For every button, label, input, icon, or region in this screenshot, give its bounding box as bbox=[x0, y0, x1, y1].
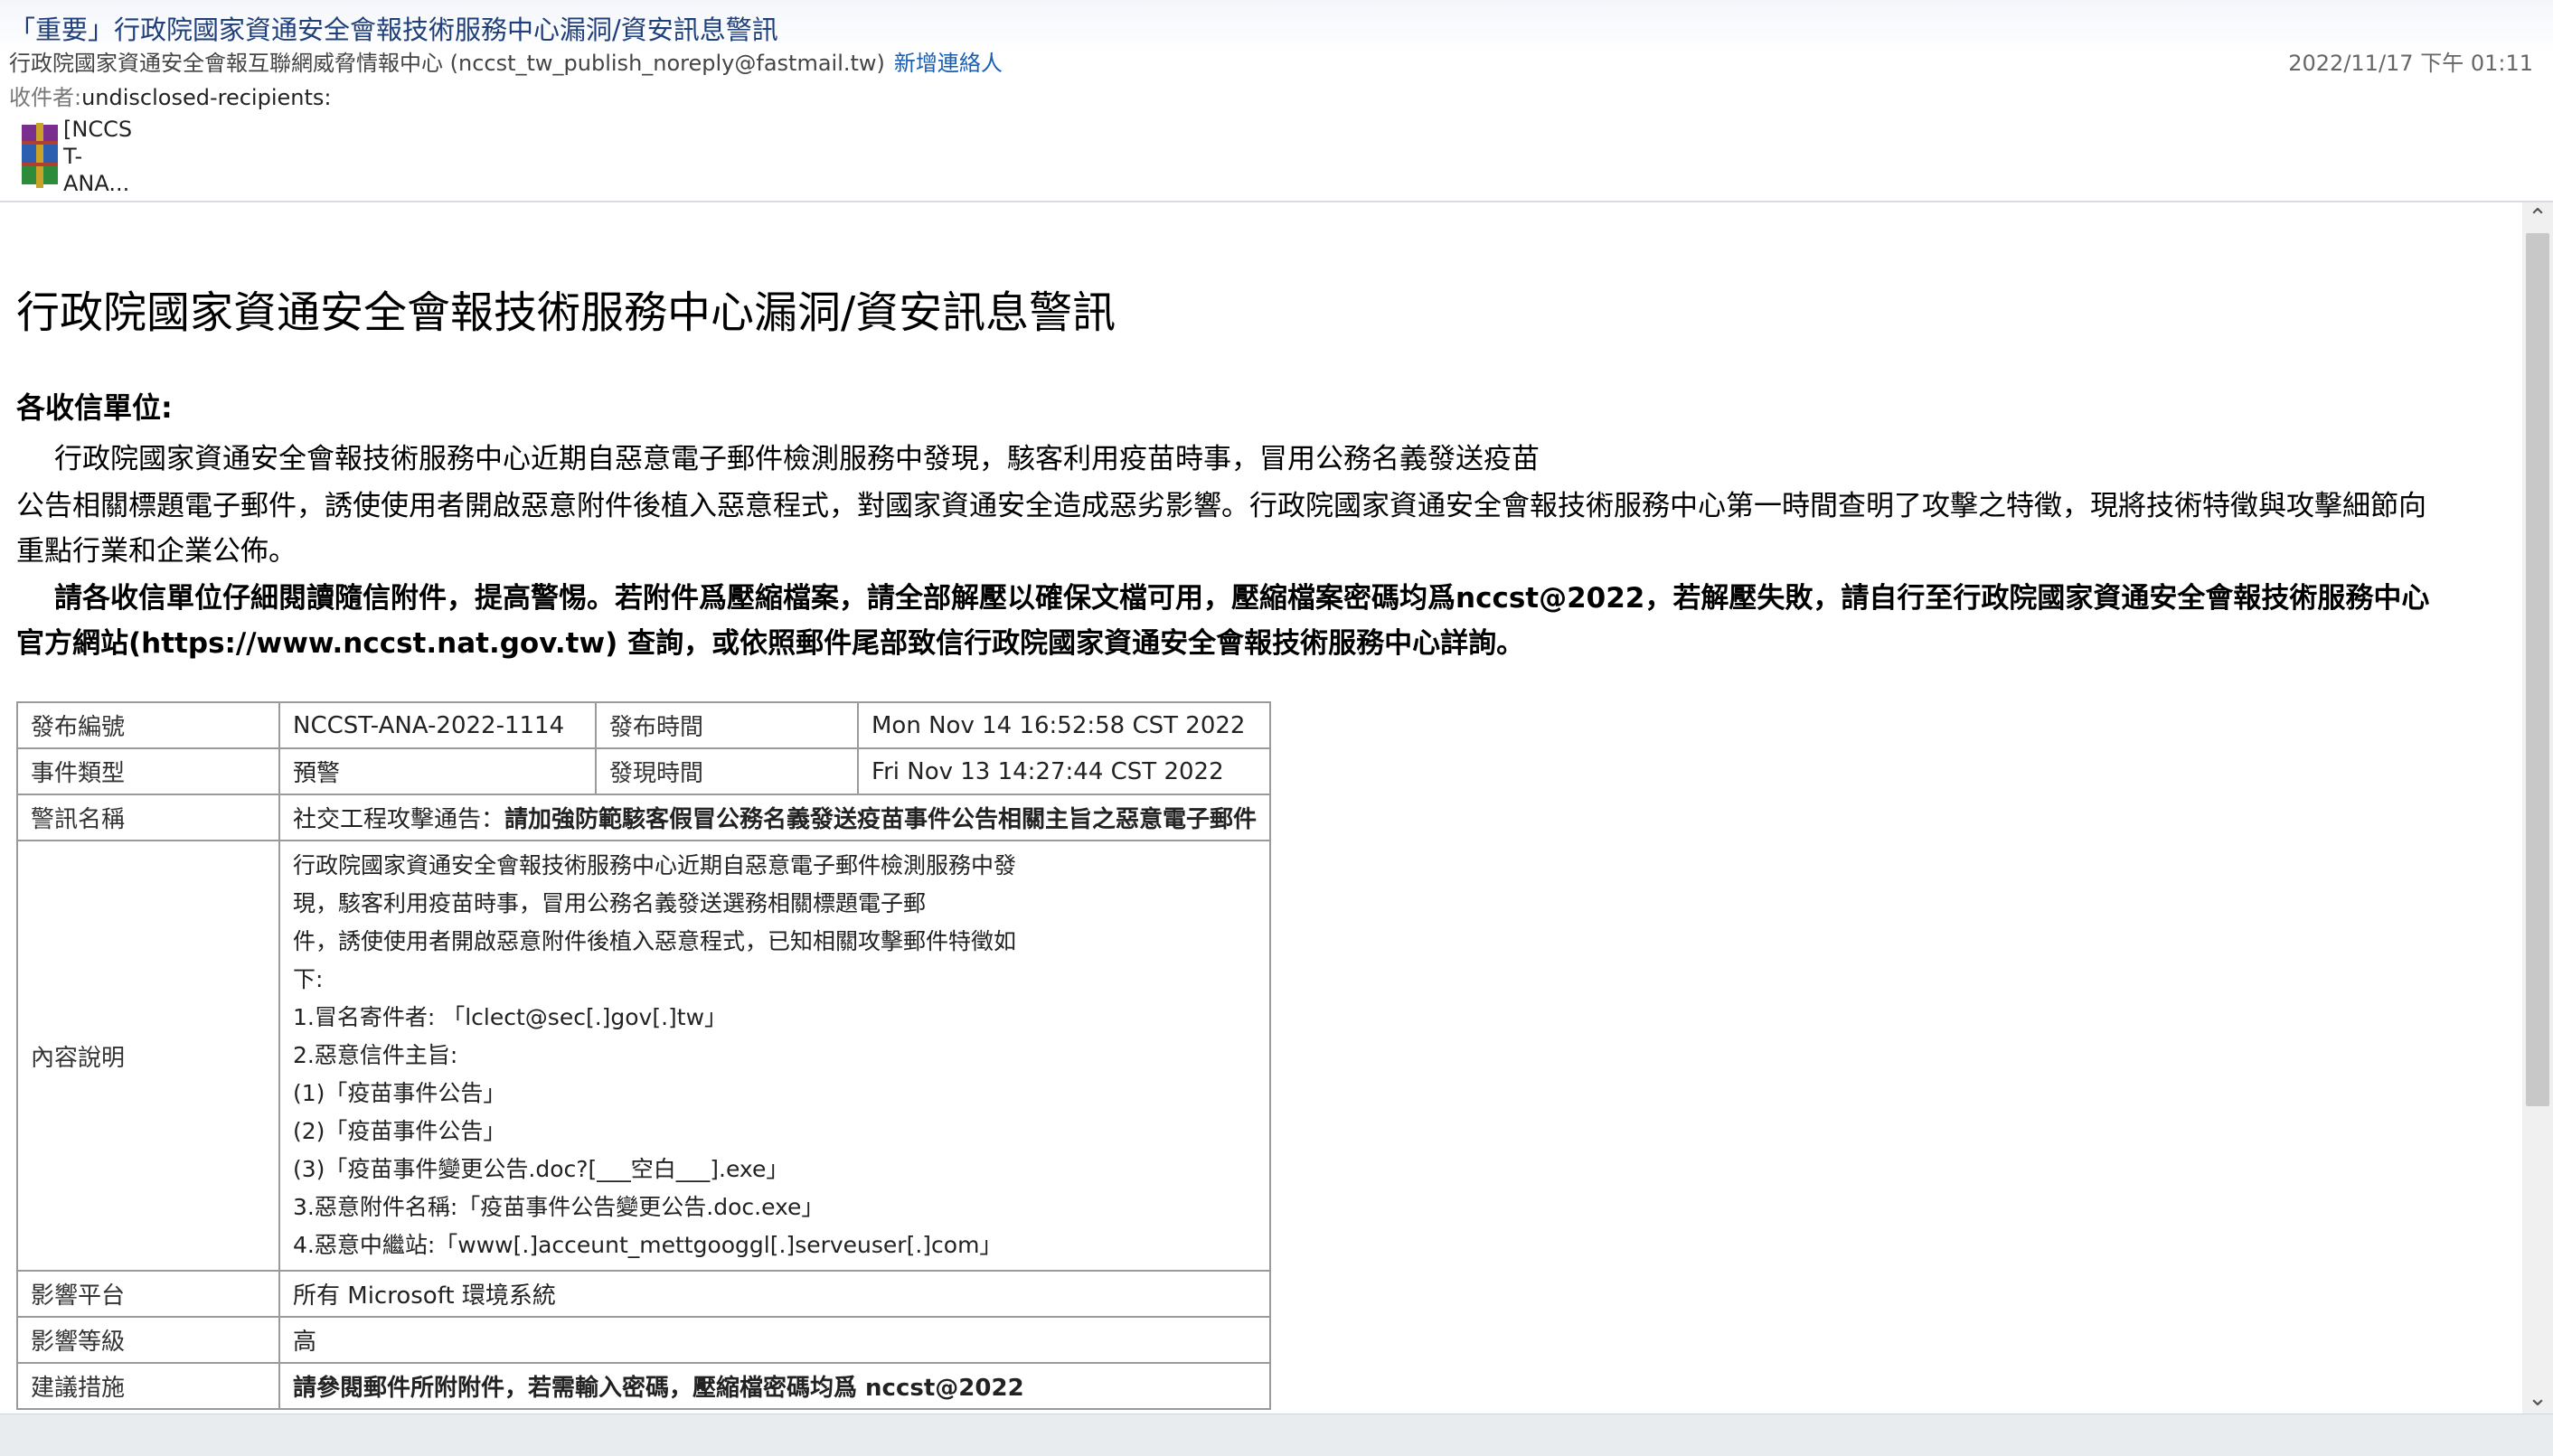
message-date: 2022/11/17 下午 01:11 bbox=[2288, 51, 2533, 76]
event-type-label: 事件類型 bbox=[16, 747, 280, 795]
message-subject: 「重要」行政院國家資通安全會報技術服務中心漏洞/資安訊息警訊 bbox=[9, 14, 778, 45]
content-line: 現，駭客利用疫苗時事，冒用公務名義發送選務相關標題電子郵 bbox=[293, 890, 927, 916]
scrollbar-thumb[interactable] bbox=[2526, 233, 2549, 1106]
table-row: 事件類型 預警 發現時間 Fri Nov 13 14:27:44 CST 202… bbox=[16, 747, 1272, 795]
table-row: 建議措施 請參閱郵件所附附件，若需輸入密碼，壓縮檔密碼均爲 nccst@2022 bbox=[16, 1362, 1272, 1410]
content-line: 4.惡意中繼站:「www[.]acceunt_mettgooggl[.]serv… bbox=[293, 1232, 1003, 1258]
content-description: 行政院國家資通安全會報技術服務中心近期自惡意電子郵件檢測服務中發 現，駭客利用疫… bbox=[278, 840, 1272, 1272]
paragraph-1-line-2: 公告相關標題電子郵件，誘使使用者開啟惡意附件後植入惡意程式，對國家資通安全造成惡… bbox=[16, 490, 2426, 522]
paragraph-1-line-1: 行政院國家資通安全會報技術服務中心近期自惡意電子郵件檢測服務中發現，駭客利用疫苗… bbox=[54, 443, 1540, 475]
content-line: 下: bbox=[293, 966, 324, 992]
found-time-label: 發現時間 bbox=[596, 749, 859, 794]
sender-line: 行政院國家資通安全會報互聯網威脅情報中心 (nccst_tw_publish_n… bbox=[9, 45, 1003, 77]
advice-label: 建議措施 bbox=[16, 1362, 280, 1410]
table-row: 警訊名稱 社交工程攻擊通告：請加強防範駭客假冒公務名義發送疫苗事件公告相關主旨之… bbox=[16, 794, 1272, 841]
paragraph-2-line-2: 官方網站(https://www.nccst.nat.gov.tw) 查詢，或依… bbox=[16, 627, 1525, 660]
message-header: 「重要」行政院國家資通安全會報技術服務中心漏洞/資安訊息警訊 行政院國家資通安全… bbox=[0, 0, 2553, 202]
vertical-scrollbar[interactable]: ⌃ ⌄ bbox=[2522, 202, 2553, 1414]
content-line: 行政院國家資通安全會報技術服務中心近期自惡意電子郵件檢測服務中發 bbox=[293, 852, 1017, 878]
winrar-archive-icon bbox=[22, 123, 58, 188]
chevron-down-icon[interactable]: ⌄ bbox=[2522, 1383, 2553, 1414]
recipients-line: 收件者:undisclosed-recipients: bbox=[9, 80, 331, 111]
alert-name-value: 社交工程攻擊通告：請加強防範駭客假冒公務名義發送疫苗事件公告相關主旨之惡意電子郵… bbox=[278, 794, 1272, 841]
attachment-name: [NCCS T- ANA... bbox=[63, 117, 133, 196]
table-row: 內容說明 行政院國家資通安全會報技術服務中心近期自惡意電子郵件檢測服務中發 現，… bbox=[16, 840, 1272, 1272]
content-line: 3.惡意附件名稱:「疫苗事件公告變更公告.doc.exe」 bbox=[293, 1194, 824, 1220]
bottom-bar bbox=[0, 1414, 2553, 1456]
event-type-value: 預警 bbox=[280, 749, 597, 794]
content-label: 內容說明 bbox=[16, 840, 280, 1272]
alert-name-prefix: 社交工程攻擊通告： bbox=[293, 806, 505, 833]
chevron-up-icon[interactable]: ⌃ bbox=[2522, 202, 2553, 233]
sender-name: 行政院國家資通安全會報互聯網威脅情報中心 (nccst_tw_publish_n… bbox=[9, 51, 885, 76]
release-no-value: NCCST-ANA-2022-1114 bbox=[280, 703, 597, 747]
content-line: 1.冒名寄件者: 「lclect@sec[.]gov[.]tw」 bbox=[293, 1004, 728, 1030]
content-line: 件，誘使使用者開啟惡意附件後植入惡意程式，已知相關攻擊郵件特徵如 bbox=[293, 928, 1017, 954]
recipients-label: 收件者: bbox=[9, 85, 82, 110]
paragraph-2-line-1: 請各收信單位仔細閱讀隨信附件，提高警惕。若附件爲壓縮檔案，請全部解壓以確保文檔可… bbox=[54, 582, 2430, 615]
platform-label: 影響平台 bbox=[16, 1270, 280, 1318]
alert-name-label: 警訊名稱 bbox=[16, 794, 280, 841]
content-line: (3)「疫苗事件變更公告.doc?[___空白___].exe」 bbox=[293, 1156, 789, 1182]
alert-name-bold: 請加強防範駭客假冒公務名義發送疫苗事件公告相關主旨之惡意電子郵件 bbox=[504, 806, 1258, 833]
message-body: 行政院國家資通安全會報技術服務中心漏洞/資安訊息警訊 各收信單位: 行政院國家資… bbox=[0, 202, 2522, 1414]
add-contact-link[interactable]: 新增連絡人 bbox=[894, 51, 1003, 76]
advice-value: 請參閱郵件所附附件，若需輸入密碼，壓縮檔密碼均爲 nccst@2022 bbox=[278, 1362, 1272, 1410]
table-row: 影響等級 高 bbox=[16, 1316, 1272, 1364]
level-label: 影響等級 bbox=[16, 1316, 280, 1364]
level-value: 高 bbox=[278, 1316, 1272, 1364]
table-row: 影響平台 所有 Microsoft 環境系統 bbox=[16, 1270, 1272, 1318]
content-line: (2)「疫苗事件公告」 bbox=[293, 1118, 506, 1144]
platform-value: 所有 Microsoft 環境系統 bbox=[278, 1270, 1272, 1318]
paragraph-1-line-3: 重點行業和企業公佈。 bbox=[16, 535, 297, 568]
table-row: 發布編號 NCCST-ANA-2022-1114 發布時間 Mon Nov 14… bbox=[16, 701, 1272, 749]
content-line: 2.惡意信件主旨: bbox=[293, 1042, 458, 1068]
body-title: 行政院國家資通安全會報技術服務中心漏洞/資安訊息警訊 bbox=[16, 287, 1116, 338]
attachment[interactable]: [NCCS T- ANA... bbox=[16, 114, 143, 197]
found-time-value: Fri Nov 13 14:27:44 CST 2022 bbox=[871, 757, 1224, 785]
release-no-label: 發布編號 bbox=[16, 701, 280, 749]
content-line: (1)「疫苗事件公告」 bbox=[293, 1080, 506, 1106]
release-time-label: 發布時間 bbox=[596, 703, 859, 747]
release-no-row-group: NCCST-ANA-2022-1114 發布時間 Mon Nov 14 16:5… bbox=[278, 701, 1272, 749]
salutation: 各收信單位: bbox=[16, 390, 173, 425]
release-time-value: Mon Nov 14 16:52:58 CST 2022 bbox=[871, 711, 1246, 739]
alert-table: 發布編號 NCCST-ANA-2022-1114 發布時間 Mon Nov 14… bbox=[16, 701, 1272, 1410]
recipients-value: undisclosed-recipients: bbox=[81, 85, 332, 110]
event-type-row-group: 預警 發現時間 Fri Nov 13 14:27:44 CST 2022 bbox=[278, 747, 1272, 795]
